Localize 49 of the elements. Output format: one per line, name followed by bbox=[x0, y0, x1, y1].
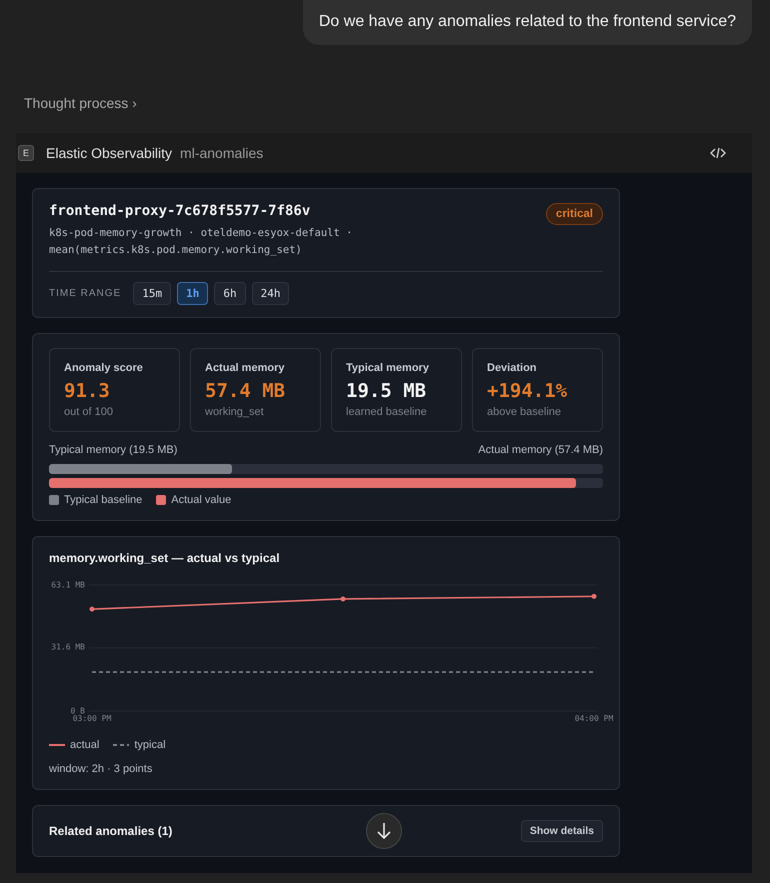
code-icon[interactable] bbox=[710, 147, 726, 159]
tool-name: Elastic Observability bbox=[46, 145, 172, 161]
stat-value: 19.5 MB bbox=[346, 380, 428, 402]
stat-caption: learned baseline bbox=[346, 406, 428, 418]
point bbox=[592, 593, 596, 598]
stat-caption: working_set bbox=[205, 406, 265, 418]
user-message: Do we have any anomalies related to the frontend service? bbox=[302, 0, 752, 45]
stat-caption: above baseline bbox=[487, 406, 562, 418]
show-details-button[interactable]: Show details bbox=[520, 820, 603, 842]
x-tick-label: 03:00 PM bbox=[72, 714, 112, 723]
legend-label: Actual value bbox=[171, 494, 232, 506]
severity-badge: critical bbox=[546, 203, 603, 225]
thought-process-toggle[interactable]: Thought process › bbox=[24, 95, 137, 111]
tool-badge: E bbox=[18, 145, 34, 161]
tool-skill: ml-anomalies bbox=[180, 145, 264, 161]
chart-title: memory.working_set — actual vs typical bbox=[49, 550, 281, 565]
stat-label: Typical memory bbox=[346, 362, 430, 374]
stat-value: 91.3 bbox=[64, 380, 111, 402]
stat-label: Actual memory bbox=[205, 362, 286, 374]
point bbox=[340, 596, 346, 602]
line-icon bbox=[49, 742, 65, 747]
stat-caption: out of 100 bbox=[64, 406, 114, 418]
stat-value: 57.4 MB bbox=[205, 380, 286, 402]
stat-label: Deviation bbox=[487, 362, 538, 374]
legend-swatch bbox=[156, 494, 166, 505]
time-range-button[interactable]: 24h bbox=[252, 282, 290, 305]
y-tick-label: 0 B bbox=[70, 706, 85, 716]
legend-label: actual bbox=[70, 738, 100, 751]
time-range-button[interactable]: 6h bbox=[214, 282, 246, 305]
down-arrow-icon bbox=[376, 822, 392, 840]
stat-value: +194.1% bbox=[487, 380, 568, 402]
stat-label: Anomaly score bbox=[64, 362, 144, 374]
legend-label: Typical baseline bbox=[64, 494, 142, 506]
chart-footer: window: 2h · 3 points bbox=[49, 762, 603, 775]
typical-label: Typical memory (19.5 MB) bbox=[49, 444, 178, 456]
y-tick-label: 63.1 MB bbox=[51, 580, 85, 590]
detector-details: k8s-pod-memory-growth · oteldemo-esyox-default · mean(metrics.k8s.pod.memory.working_set) bbox=[49, 226, 352, 258]
legend-label: typical bbox=[134, 738, 166, 751]
dashed-line-icon bbox=[113, 742, 130, 747]
legend-swatch bbox=[49, 494, 59, 505]
related-title: Related anomalies (1) bbox=[49, 824, 172, 838]
x-tick-label: 04:00 PM bbox=[574, 714, 614, 723]
entity-name: frontend-proxy-7c678f5577-7f86v bbox=[49, 203, 312, 219]
actual-label: Actual memory (57.4 MB) bbox=[478, 444, 603, 456]
point bbox=[90, 606, 94, 612]
time-range-button[interactable]: 1h bbox=[177, 282, 208, 305]
time-range-label: TIME RANGE bbox=[49, 288, 122, 299]
y-tick-label: 31.6 MB bbox=[51, 642, 85, 652]
time-range-button[interactable]: 15m bbox=[133, 282, 172, 305]
